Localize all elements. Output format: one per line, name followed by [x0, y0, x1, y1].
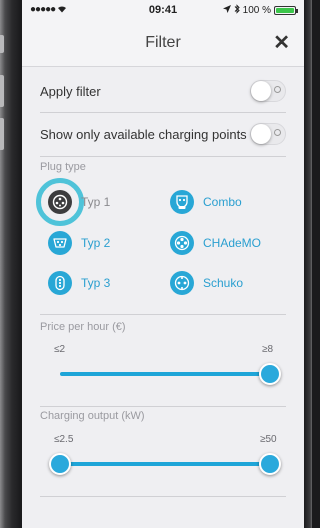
plug-typ1[interactable]: Typ 1 [48, 190, 110, 214]
page-title: Filter [145, 34, 181, 51]
output-divider [40, 452, 286, 497]
plug-label: Typ 1 [81, 195, 111, 209]
phone-frame-left [0, 0, 20, 528]
plug-chademo[interactable]: CHAdeMO [170, 231, 261, 255]
toggle-knob [251, 81, 271, 101]
plug-typ2[interactable]: Typ 2 [48, 231, 110, 255]
toggle-off-indicator [274, 86, 281, 93]
status-bar: ●●●●● 09:41 100 % [22, 0, 304, 20]
price-heading: Price per hour (€) [40, 321, 126, 333]
plug-label: Typ 2 [81, 236, 111, 250]
output-max-label: ≥50 [260, 434, 277, 445]
typ2-plug-icon [48, 231, 72, 255]
toggle-off-indicator [274, 129, 281, 136]
plug-label: Combo [203, 195, 242, 209]
status-right: 100 % [222, 4, 298, 17]
plug-type-divider [40, 270, 286, 315]
phone-frame-right [304, 0, 312, 528]
typ1-plug-icon [48, 190, 72, 214]
apply-filter-toggle[interactable] [250, 80, 286, 102]
nav-bar: Filter ✕ [22, 20, 304, 67]
mute-switch [0, 35, 4, 53]
plug-label: CHAdeMO [203, 236, 262, 250]
plug-type-heading: Plug type [40, 161, 86, 173]
only-available-row: Show only available charging points [40, 112, 286, 157]
combo-plug-icon [170, 190, 194, 214]
plug-combo[interactable]: Combo [170, 190, 242, 214]
price-divider [40, 362, 286, 407]
apply-filter-row: Apply filter [40, 70, 286, 113]
close-icon[interactable]: ✕ [273, 30, 290, 55]
chademo-plug-icon [170, 231, 194, 255]
battery-percent: 100 % [242, 5, 271, 16]
volume-down-button [0, 118, 4, 150]
price-min-label: ≤2 [54, 344, 66, 355]
apply-filter-label: Apply filter [40, 84, 101, 99]
output-min-label: ≤2.5 [54, 434, 74, 445]
app-screen: ●●●●● 09:41 100 % Filter ✕ Apply filter … [22, 0, 304, 528]
battery-icon [274, 6, 298, 15]
toggle-knob [251, 124, 271, 144]
only-available-label: Show only available charging points [40, 127, 247, 142]
only-available-toggle[interactable] [250, 123, 286, 145]
battery-fill [276, 8, 294, 13]
volume-up-button [0, 75, 4, 107]
price-max-label: ≥8 [262, 344, 274, 355]
location-arrow-icon [222, 5, 231, 16]
output-heading: Charging output (kW) [40, 410, 145, 422]
bluetooth-icon [234, 4, 240, 17]
